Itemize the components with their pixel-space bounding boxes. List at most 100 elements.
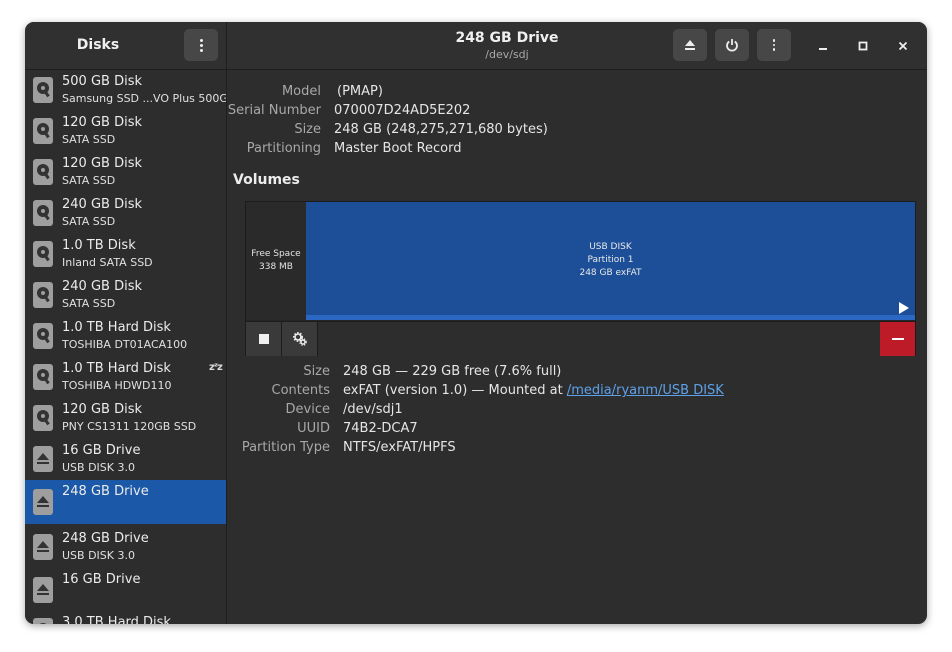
partition-type-value: NTFS/exFAT/HPFS xyxy=(343,440,456,455)
device-value: /dev/sdj1 xyxy=(343,402,403,417)
disk-list-item[interactable]: 120 GB Disk SATA SSD xyxy=(25,152,226,193)
disk-list-item[interactable]: 1.0 TB Hard Disk TOSHIBA DT01ACA100 xyxy=(25,316,226,357)
drive-title: 248 GB Drive xyxy=(455,30,559,46)
close-icon xyxy=(898,41,908,51)
hard-disk-icon xyxy=(33,241,53,267)
hard-disk-icon xyxy=(33,159,53,185)
minus-icon xyxy=(891,338,904,340)
disk-model: TOSHIBA DT01ACA100 xyxy=(62,338,188,351)
stop-icon xyxy=(258,334,269,344)
disk-model: SATA SSD xyxy=(62,133,116,146)
hard-disk-icon xyxy=(33,364,53,390)
partition-settings-button[interactable] xyxy=(282,322,318,356)
uuid-label: UUID xyxy=(297,421,330,436)
size-label: Size xyxy=(294,122,321,137)
disk-list[interactable]: 500 GB Disk Samsung SSD ...VO Plus 500GB… xyxy=(25,70,226,624)
delete-partition-button[interactable] xyxy=(880,322,915,356)
size-value: 248 GB (248,275,271,680 bytes) xyxy=(334,122,548,137)
drive-details: Model (PMAP) Serial Number 070007D24AD5E… xyxy=(227,70,927,624)
disk-model: TOSHIBA HDWD110 xyxy=(62,379,172,392)
model-value: (PMAP) xyxy=(337,84,383,99)
hard-disk-icon xyxy=(33,618,53,624)
uuid-value: 74B2-DCA7 xyxy=(343,421,418,436)
disk-name: 248 GB Drive xyxy=(62,484,149,499)
disk-model: SATA SSD xyxy=(62,297,116,310)
partition-size-fs: 248 GB exFAT xyxy=(579,268,642,278)
minimize-button[interactable] xyxy=(811,34,835,58)
contents-value: exFAT (version 1.0) — Mounted at /media/… xyxy=(343,383,724,398)
partition-size-value: 248 GB — 229 GB free (7.6% full) xyxy=(343,364,562,379)
hard-disk-icon xyxy=(33,323,53,349)
serial-value: 070007D24AD5E202 xyxy=(334,103,471,118)
partition-number: Partition 1 xyxy=(587,255,634,265)
disk-list-item[interactable]: 120 GB Disk PNY CS1311 120GB SSD xyxy=(25,398,226,439)
partition-segment[interactable]: USB DISK Partition 1 248 GB exFAT xyxy=(306,202,915,320)
removable-drive-icon xyxy=(33,577,53,603)
disk-model: SATA SSD xyxy=(62,174,116,187)
disk-name: 240 GB Disk xyxy=(62,197,142,212)
removable-drive-icon xyxy=(33,446,53,472)
free-space-segment[interactable]: Free Space 338 MB xyxy=(246,202,306,320)
disk-name: 240 GB Disk xyxy=(62,279,142,294)
hard-disk-icon xyxy=(33,405,53,431)
drive-device-path: /dev/sdj xyxy=(485,48,529,61)
partition-usage-stripe xyxy=(306,315,915,320)
disk-name: 120 GB Disk xyxy=(62,156,142,171)
unmount-button[interactable] xyxy=(246,322,282,356)
power-icon xyxy=(726,39,738,52)
disk-name: 1.0 TB Disk xyxy=(62,238,136,253)
mount-point-link[interactable]: /media/ryanm/USB DISK xyxy=(567,383,724,398)
maximize-button[interactable] xyxy=(851,34,875,58)
disk-name: 16 GB Drive xyxy=(62,572,141,587)
partition-volume-name: USB DISK xyxy=(589,242,632,252)
maximize-icon xyxy=(858,41,868,51)
device-label: Device xyxy=(285,402,330,417)
disk-list-item-selected[interactable]: 248 GB Drive xyxy=(25,480,226,524)
volume-map: Free Space 338 MB USB DISK Partition 1 2… xyxy=(245,201,916,356)
disk-name: 500 GB Disk xyxy=(62,74,142,89)
disk-name: 1.0 TB Hard Disk xyxy=(62,361,171,376)
disk-model: PNY CS1311 120GB SSD xyxy=(62,420,197,433)
hard-disk-icon xyxy=(33,77,53,103)
disk-list-item[interactable]: 1.0 TB Disk Inland SATA SSD xyxy=(25,234,226,275)
gears-icon xyxy=(292,332,307,346)
disk-name: 3.0 TB Hard Disk xyxy=(62,615,171,624)
disk-list-item[interactable]: 16 GB Drive xyxy=(25,568,226,609)
disk-model: SATA SSD xyxy=(62,215,116,228)
disk-list-item[interactable]: 240 GB Disk SATA SSD xyxy=(25,193,226,234)
disk-model: Samsung SSD ...VO Plus 500GB xyxy=(62,92,226,105)
disk-list-item[interactable]: 16 GB Drive USB DISK 3.0 xyxy=(25,439,226,480)
partitioning-value: Master Boot Record xyxy=(334,141,462,156)
drive-menu-button[interactable] xyxy=(757,29,791,61)
mounted-icon xyxy=(899,302,909,314)
close-button[interactable] xyxy=(891,34,915,58)
disk-name: 120 GB Disk xyxy=(62,402,142,417)
free-space-size: 338 MB xyxy=(259,262,293,272)
removable-drive-icon xyxy=(33,534,53,560)
minimize-icon xyxy=(819,48,827,50)
serial-label: Serial Number xyxy=(227,103,321,118)
disk-model: USB DISK 3.0 xyxy=(62,549,135,562)
disk-list-item[interactable]: 500 GB Disk Samsung SSD ...VO Plus 500GB xyxy=(25,70,226,111)
disk-model: Inland SATA SSD xyxy=(62,256,153,269)
hard-disk-icon xyxy=(33,282,53,308)
model-label: Model xyxy=(281,84,321,99)
disk-name: 16 GB Drive xyxy=(62,443,141,458)
partition-type-label: Partition Type xyxy=(241,440,330,455)
power-off-button[interactable] xyxy=(715,29,749,61)
disk-list-item[interactable]: 240 GB Disk SATA SSD xyxy=(25,275,226,316)
volumes-heading: Volumes xyxy=(233,172,300,188)
hard-disk-icon xyxy=(33,200,53,226)
eject-button[interactable] xyxy=(673,29,707,61)
disk-list-item[interactable]: 120 GB Disk SATA SSD xyxy=(25,111,226,152)
contents-text: exFAT (version 1.0) — Mounted at xyxy=(343,383,567,398)
partition-label: USB DISK Partition 1 248 GB exFAT xyxy=(306,241,915,280)
eject-icon xyxy=(685,40,695,50)
disk-list-item[interactable]: 248 GB Drive USB DISK 3.0 xyxy=(25,527,226,568)
disk-list-item[interactable]: 3.0 TB Hard Disk xyxy=(25,611,226,624)
hard-disk-icon xyxy=(33,118,53,144)
contents-label: Contents xyxy=(271,383,330,398)
disk-list-item[interactable]: 1.0 TB Hard Disk TOSHIBA HDWD110 zᶻz xyxy=(25,357,226,398)
removable-drive-icon xyxy=(33,489,53,515)
free-space-label: Free Space xyxy=(251,249,301,259)
